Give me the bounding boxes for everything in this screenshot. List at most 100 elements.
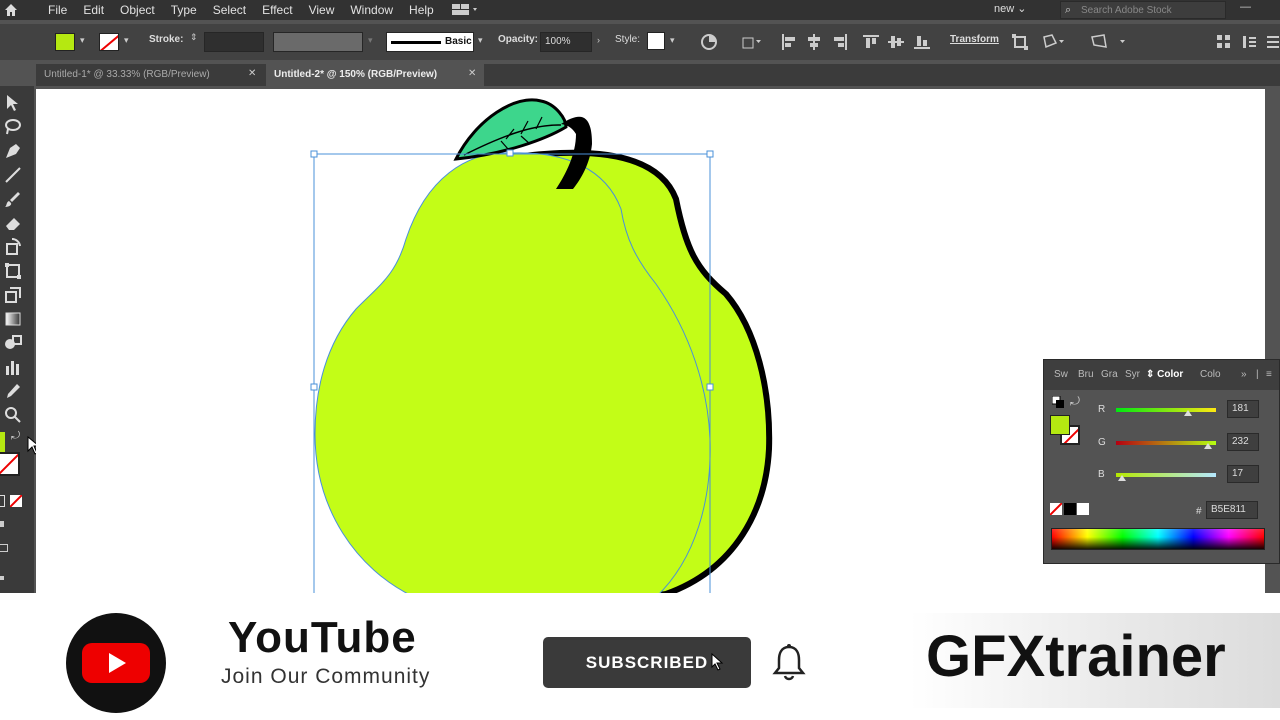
gradient-tool-icon[interactable]: [4, 310, 22, 328]
none-swatch[interactable]: [1050, 503, 1062, 515]
blue-slider-thumb[interactable]: [1118, 475, 1126, 481]
stroke-swatch[interactable]: [99, 33, 119, 51]
close-icon[interactable]: ✕: [468, 68, 476, 79]
white-swatch[interactable]: [1077, 503, 1089, 515]
arrange-documents-icon[interactable]: [451, 4, 478, 16]
more-tools-icon[interactable]: [0, 576, 4, 580]
properties-menu-icon[interactable]: [1266, 34, 1280, 53]
panel-fill-swatch[interactable]: [1050, 415, 1070, 435]
align-right-icon[interactable]: [832, 34, 848, 53]
tab-symbols[interactable]: Syr: [1125, 369, 1140, 380]
selection-tool-icon[interactable]: [4, 94, 22, 112]
fill-stroke-widget[interactable]: ⤾: [0, 430, 30, 482]
swap-colors-icon[interactable]: ⤾: [1070, 394, 1080, 409]
none-mode-icon[interactable]: [10, 495, 22, 507]
graphic-style-swatch[interactable]: [647, 32, 665, 50]
eyedropper-tool-icon[interactable]: [4, 382, 22, 400]
recolor-artwork-icon[interactable]: [700, 33, 718, 54]
brush-tool-icon[interactable]: [4, 190, 22, 208]
window-minimize-button[interactable]: —: [1240, 1, 1251, 13]
envelope-warp-icon[interactable]: [1090, 33, 1130, 54]
brush-dropdown-icon[interactable]: ▾: [478, 35, 483, 46]
stroke-dropdown-icon[interactable]: ▾: [124, 35, 129, 46]
hex-input[interactable]: B5E811: [1206, 501, 1258, 519]
menu-edit[interactable]: Edit: [75, 3, 112, 17]
menu-object[interactable]: Object: [112, 3, 163, 17]
tab-brushes[interactable]: Bru: [1078, 369, 1094, 380]
black-swatch[interactable]: [1064, 503, 1076, 515]
tab-swatches[interactable]: Sw: [1054, 369, 1068, 380]
green-value: 232: [1232, 436, 1249, 447]
tab-color-guide[interactable]: Colo: [1200, 369, 1221, 380]
style-dropdown-icon[interactable]: ▾: [670, 35, 675, 46]
menu-effect[interactable]: Effect: [254, 3, 300, 17]
line-tool-icon[interactable]: [4, 166, 22, 184]
transform-link[interactable]: Transform: [950, 34, 999, 45]
arrange-panels-icon[interactable]: [1216, 34, 1232, 53]
tab-color[interactable]: ⇕ Color: [1146, 369, 1183, 380]
opacity-arrow-icon[interactable]: ›: [597, 35, 600, 45]
stroke-swatch-small[interactable]: [0, 452, 20, 476]
bell-icon[interactable]: [771, 644, 807, 687]
pen-tool-icon[interactable]: [4, 142, 22, 160]
red-slider-thumb[interactable]: [1184, 410, 1192, 416]
menu-select[interactable]: Select: [205, 3, 254, 17]
subscribe-button[interactable]: SUBSCRIBED: [543, 637, 751, 688]
align-to-icon[interactable]: [741, 34, 763, 53]
brush-definition[interactable]: Basic: [386, 32, 474, 52]
puppet-warp-icon[interactable]: [1042, 33, 1066, 54]
expand-panels-icon[interactable]: »: [1241, 369, 1247, 380]
align-center-icon[interactable]: [806, 34, 822, 53]
menu-view[interactable]: View: [301, 3, 343, 17]
stroke-weight-input[interactable]: [204, 32, 264, 52]
stroke-stepper-icon[interactable]: ⇕: [190, 32, 198, 43]
variable-width-profile[interactable]: [273, 32, 363, 52]
draw-mode-icon[interactable]: [0, 521, 4, 527]
stroke-label: Stroke:: [149, 34, 184, 45]
rotate-tool-icon[interactable]: [4, 237, 22, 256]
fill-swatch-small[interactable]: [0, 432, 5, 452]
shape-builder-tool-icon[interactable]: [4, 286, 22, 304]
blue-value-input[interactable]: 17: [1227, 465, 1259, 483]
screen-mode-icon[interactable]: [0, 544, 8, 552]
fill-swatch[interactable]: [55, 33, 75, 51]
red-value-input[interactable]: 181: [1227, 400, 1259, 418]
free-transform-tool-icon[interactable]: [4, 262, 22, 280]
color-mode-buttons[interactable]: [0, 494, 30, 510]
fill-dropdown-icon[interactable]: ▾: [80, 35, 85, 46]
panel-menu-icon[interactable]: ≡: [1266, 369, 1272, 380]
green-value-input[interactable]: 232: [1227, 433, 1259, 451]
menu-help[interactable]: Help: [401, 3, 442, 17]
menu-file[interactable]: File: [40, 3, 75, 17]
align-top-icon[interactable]: [863, 34, 879, 53]
default-colors-icon[interactable]: [1051, 395, 1064, 411]
tab-gradient[interactable]: Gra: [1101, 369, 1118, 380]
workspace-switcher[interactable]: new ⌄: [994, 2, 1026, 15]
eraser-tool-icon[interactable]: [4, 214, 22, 232]
align-middle-icon[interactable]: [888, 34, 904, 53]
align-bottom-icon[interactable]: [914, 34, 930, 53]
green-slider-thumb[interactable]: [1204, 443, 1212, 449]
blend-tool-icon[interactable]: [4, 334, 22, 352]
align-left-icon[interactable]: [781, 34, 797, 53]
menu-type[interactable]: Type: [163, 3, 205, 17]
tab-untitled-2[interactable]: Untitled-2* @ 150% (RGB/Preview) ✕: [266, 64, 484, 86]
green-slider[interactable]: [1116, 441, 1216, 445]
lasso-tool-icon[interactable]: [4, 118, 22, 136]
blue-slider[interactable]: [1116, 473, 1216, 477]
color-mode-icon[interactable]: [0, 495, 5, 507]
zoom-tool-icon[interactable]: [4, 406, 22, 424]
close-icon[interactable]: ✕: [248, 68, 256, 79]
panel-options-icon[interactable]: [1242, 34, 1258, 53]
home-icon[interactable]: [0, 0, 22, 20]
swap-fill-stroke-icon[interactable]: ⤾: [11, 430, 20, 443]
tab-untitled-1[interactable]: Untitled-1* @ 33.33% (RGB/Preview) ✕: [36, 64, 264, 86]
isolate-icon[interactable]: [1012, 34, 1028, 53]
search-stock-input[interactable]: ⌕ Search Adobe Stock: [1060, 1, 1226, 19]
red-slider[interactable]: [1116, 408, 1216, 412]
profile-dropdown-icon[interactable]: ▾: [368, 35, 373, 46]
opacity-input[interactable]: 100%: [540, 32, 592, 52]
color-spectrum[interactable]: [1051, 528, 1265, 550]
menu-window[interactable]: Window: [342, 3, 401, 17]
graph-tool-icon[interactable]: [4, 358, 22, 376]
